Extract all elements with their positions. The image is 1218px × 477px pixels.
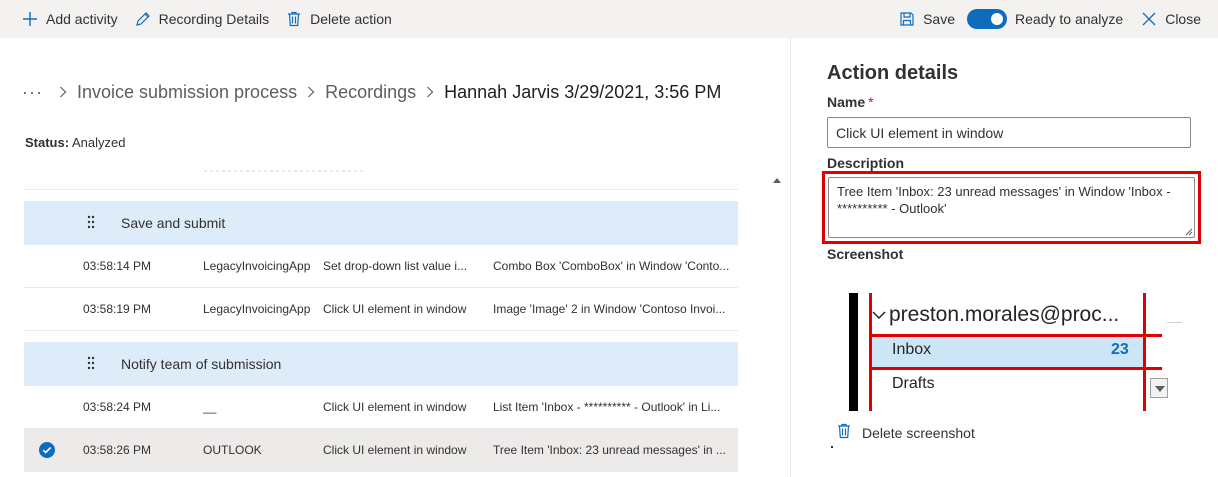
screenshot-dropdown-icon bbox=[1150, 378, 1168, 398]
description-highlight-box: Tree Item 'Inbox: 23 unread messages' in… bbox=[822, 171, 1201, 244]
list-item-partial bbox=[24, 170, 738, 190]
save-button[interactable]: Save bbox=[899, 0, 955, 38]
action-details-panel: Action details Name* Description Tree It… bbox=[791, 38, 1218, 477]
row-description: Tree Item 'Inbox: 23 unread messages' in… bbox=[493, 443, 726, 457]
checkmark-circle-icon[interactable] bbox=[39, 442, 55, 458]
screenshot-dark-edge bbox=[849, 293, 858, 411]
row-app: LegacyInvoicingApp bbox=[203, 302, 311, 316]
description-field[interactable]: Tree Item 'Inbox: 23 unread messages' in… bbox=[828, 177, 1195, 238]
row-time: 03:58:14 PM bbox=[83, 259, 152, 273]
save-label: Save bbox=[923, 11, 956, 27]
breadcrumb-item-recordings[interactable]: Recordings bbox=[325, 82, 416, 103]
chevron-down-icon bbox=[872, 311, 886, 320]
list-scrollbar[interactable] bbox=[770, 170, 784, 477]
screenshot-faint-line bbox=[1167, 322, 1182, 323]
breadcrumb: ··· Invoice submission process Recording… bbox=[22, 78, 721, 106]
description-label: Description bbox=[827, 155, 905, 171]
screenshot-drafts: Drafts bbox=[892, 375, 935, 392]
required-mark: * bbox=[868, 94, 874, 110]
row-time: 03:58:26 PM bbox=[83, 443, 152, 457]
row-time: 03:58:19 PM bbox=[83, 302, 152, 316]
recording-details-label: Recording Details bbox=[158, 11, 270, 27]
name-field[interactable] bbox=[827, 117, 1191, 148]
add-activity-label: Add activity bbox=[46, 11, 118, 27]
group-header-save-and-submit[interactable]: Save and submit bbox=[24, 201, 738, 245]
screenshot-inbox: Inbox bbox=[892, 341, 932, 358]
recording-pane: ··· Invoice submission process Recording… bbox=[0, 38, 790, 477]
ready-to-analyze-toggle[interactable] bbox=[967, 9, 1008, 29]
command-bar-left: Add activity Recording Details Delete ac… bbox=[22, 0, 409, 38]
row-action: Click UI element in window bbox=[323, 400, 467, 414]
table-row[interactable]: 03:58:19 PM LegacyInvoicingApp Click UI … bbox=[24, 288, 738, 331]
resize-handle-icon[interactable] bbox=[1185, 228, 1193, 236]
toggle-knob bbox=[991, 13, 1004, 25]
chevron-right-icon bbox=[301, 86, 321, 98]
row-description: List Item 'Inbox - ********** - Outlook'… bbox=[493, 400, 721, 414]
name-label: Name * bbox=[827, 94, 874, 110]
row-action: Click UI element in window bbox=[323, 302, 467, 316]
row-description: Combo Box 'ComboBox' in Window 'Conto... bbox=[493, 259, 730, 273]
actions-list: Save and submit 03:58:14 PM LegacyInvoic… bbox=[24, 170, 738, 477]
row-app: LegacyInvoicingApp bbox=[203, 259, 311, 273]
row-time: 03:58:24 PM bbox=[83, 400, 152, 414]
delete-action-button[interactable]: Delete action bbox=[286, 0, 392, 38]
row-action: Click UI element in window bbox=[323, 443, 467, 457]
table-row-selected[interactable]: 03:58:26 PM OUTLOOK Click UI element in … bbox=[24, 429, 738, 472]
trash-icon bbox=[286, 11, 302, 27]
screenshot-image: preston.morales@proc... Inbox 23 Drafts bbox=[827, 293, 1182, 411]
plus-icon bbox=[22, 11, 38, 27]
screenshot-red-marker bbox=[1143, 293, 1146, 411]
focus-dot bbox=[831, 446, 833, 448]
ready-to-analyze-toggle-group[interactable]: Ready to analyze bbox=[967, 0, 1123, 38]
row-app: __ bbox=[203, 400, 217, 414]
save-icon bbox=[899, 11, 915, 27]
table-row[interactable]: 03:58:14 PM LegacyInvoicingApp Set drop-… bbox=[24, 245, 738, 288]
breadcrumb-overflow-button[interactable]: ··· bbox=[22, 82, 43, 103]
close-icon bbox=[1141, 11, 1157, 27]
group-title: Notify team of submission bbox=[121, 356, 282, 372]
delete-screenshot-button[interactable]: Delete screenshot bbox=[836, 423, 975, 442]
clipped-text bbox=[204, 170, 364, 172]
close-label: Close bbox=[1165, 11, 1201, 27]
group-title: Save and submit bbox=[121, 215, 226, 231]
panel-title: Action details bbox=[827, 62, 959, 84]
screenshot-account-text: preston.morales@proc... bbox=[889, 303, 1120, 326]
command-bar-right: Save Ready to analyze Close bbox=[899, 0, 1201, 38]
table-row[interactable]: 03:58:24 PM __ Click UI element in windo… bbox=[24, 386, 738, 429]
chevron-right-icon bbox=[420, 86, 440, 98]
breadcrumb-current: Hannah Jarvis 3/29/2021, 3:56 PM bbox=[444, 81, 722, 102]
close-button[interactable]: Close bbox=[1141, 0, 1201, 38]
screenshot-red-marker bbox=[872, 367, 1162, 370]
chevron-right-icon bbox=[53, 86, 73, 98]
command-bar: Add activity Recording Details Delete ac… bbox=[0, 0, 1218, 38]
status-value: Analyzed bbox=[71, 135, 126, 150]
group-header-notify-team[interactable]: Notify team of submission bbox=[24, 342, 738, 386]
screenshot-account: preston.morales@proc... bbox=[871, 303, 1119, 327]
screenshot-label: Screenshot bbox=[827, 246, 904, 262]
row-action: Set drop-down list value i... bbox=[323, 259, 468, 273]
name-label-text: Name bbox=[827, 94, 866, 110]
breadcrumb-item-process[interactable]: Invoice submission process bbox=[77, 82, 297, 103]
ready-to-analyze-label: Ready to analyze bbox=[1015, 11, 1124, 27]
drag-grip-icon[interactable] bbox=[86, 214, 96, 230]
row-app: OUTLOOK bbox=[203, 443, 262, 457]
status-label: Status: bbox=[25, 135, 70, 150]
scroll-up-arrow-icon[interactable] bbox=[773, 178, 781, 183]
row-description: Image 'Image' 2 in Window 'Contoso Invoi… bbox=[493, 302, 726, 316]
delete-action-label: Delete action bbox=[310, 11, 392, 27]
pencil-icon bbox=[135, 11, 151, 27]
delete-screenshot-label: Delete screenshot bbox=[862, 424, 975, 441]
trash-icon bbox=[836, 423, 852, 442]
recording-details-button[interactable]: Recording Details bbox=[135, 0, 270, 38]
screenshot-red-marker bbox=[872, 334, 1162, 337]
add-activity-button[interactable]: Add activity bbox=[22, 0, 118, 38]
drag-grip-icon[interactable] bbox=[86, 355, 96, 371]
screenshot-inbox-count: 23 bbox=[1111, 341, 1129, 358]
status-line: Status: Analyzed bbox=[25, 135, 125, 150]
screenshot-red-marker bbox=[869, 293, 872, 411]
